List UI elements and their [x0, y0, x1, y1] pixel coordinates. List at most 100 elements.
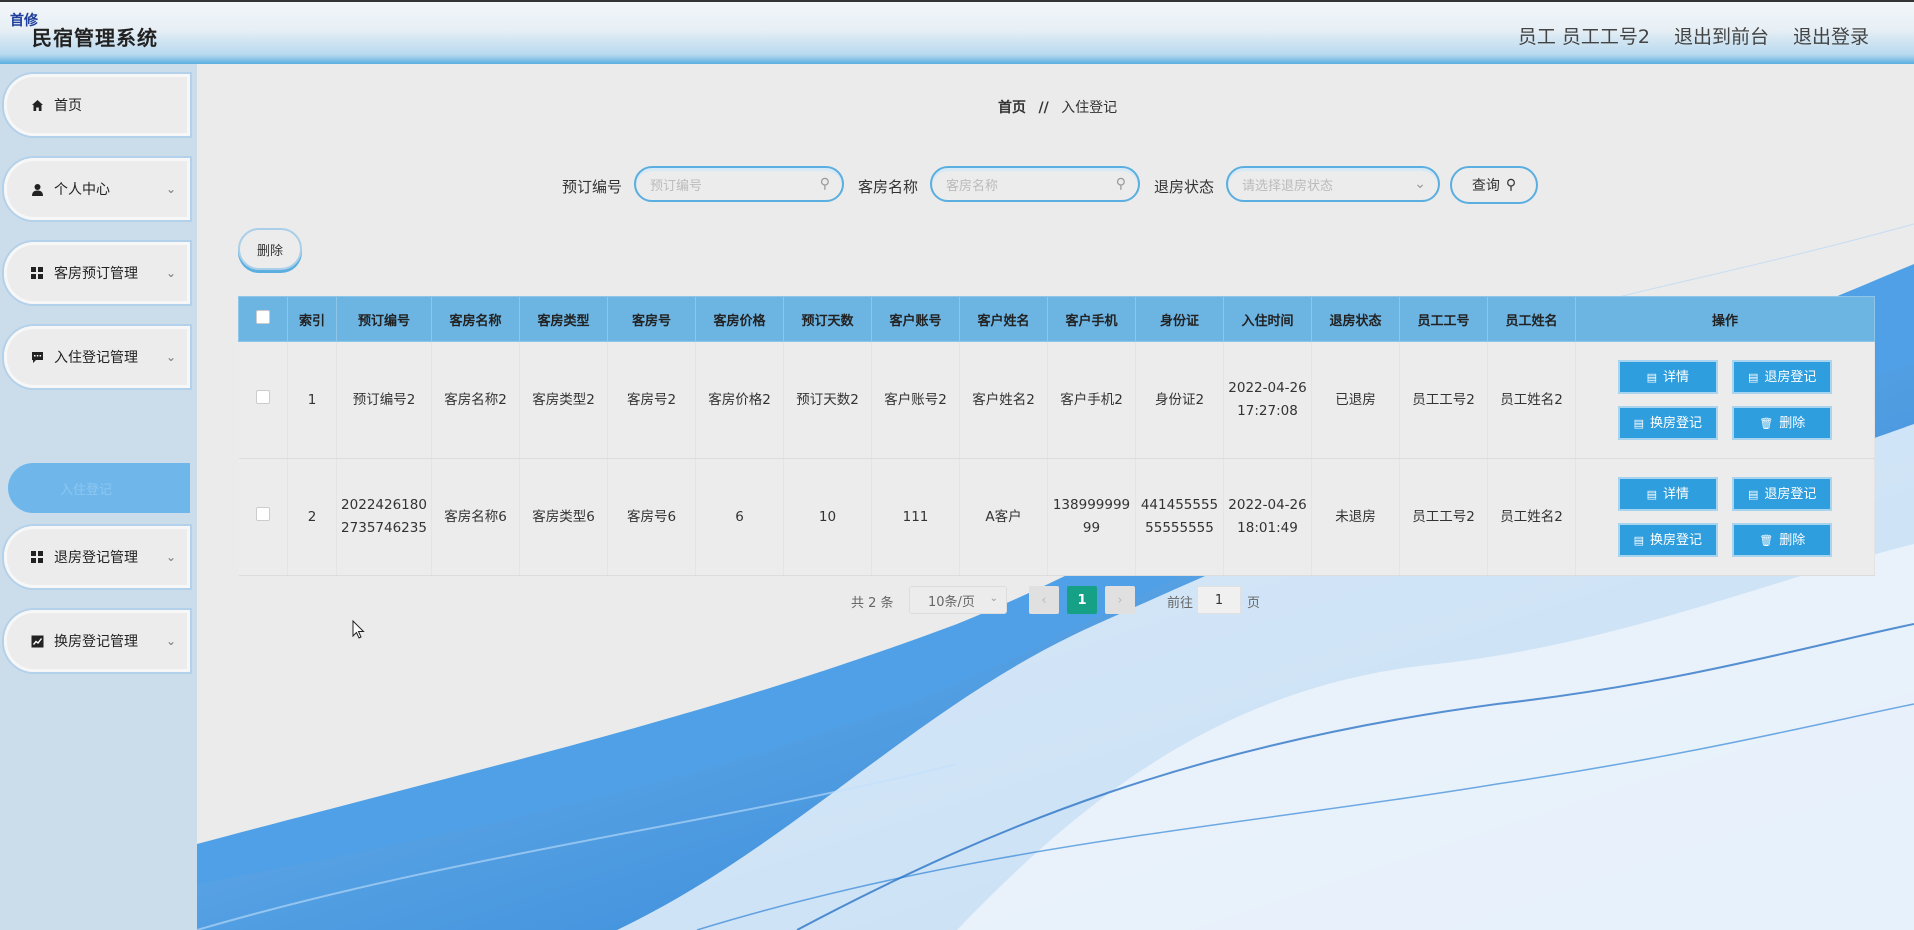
cell-price: 客房价格2 — [695, 341, 784, 459]
col-header: 预订天数 — [783, 296, 872, 342]
cell-order: 预订编号2 — [336, 341, 432, 459]
cell-room-type: 客房类型6 — [519, 458, 608, 576]
prev-page-button[interactable]: ‹ — [1029, 586, 1059, 614]
sidebar-item-label: 首页 — [54, 98, 82, 114]
page-size-select[interactable]: 10条/页 ⌄ — [909, 586, 1007, 614]
sidebar-item-label: 个人中心 — [54, 182, 110, 198]
col-header: 客户账号 — [871, 296, 960, 342]
col-header: 退房状态 — [1311, 296, 1400, 342]
breadcrumb-home[interactable]: 首页 — [998, 100, 1026, 116]
row-checkbox[interactable] — [255, 506, 270, 521]
chevron-down-icon: ⌄ — [165, 182, 176, 196]
sidebar-item-checkout[interactable]: 退房登记管理 ⌄ — [4, 526, 190, 588]
mouse-cursor-icon — [352, 620, 365, 639]
bulk-delete-button[interactable]: 删除 — [238, 228, 302, 270]
logout-link[interactable]: 退出登录 — [1793, 22, 1869, 49]
sidebar-item-home[interactable]: 首页 — [4, 74, 190, 136]
page-unit-label: 页 — [1247, 596, 1261, 611]
query-label: 查询 — [1471, 178, 1500, 194]
cell-ops: ▤ 详情 ▤ 退房登记 ▤ 换房登记 🗑 删除 — [1575, 341, 1875, 459]
detail-button[interactable]: ▤ 详情 — [1617, 360, 1718, 394]
row-select-cell[interactable] — [238, 458, 288, 576]
col-header: 身份证 — [1135, 296, 1224, 342]
next-page-button[interactable]: › — [1105, 586, 1135, 614]
col-header: 员工姓名 — [1487, 296, 1576, 342]
query-button[interactable]: 查询 ⚲ — [1450, 166, 1538, 204]
table-row: 1 预订编号2 客房名称2 客房类型2 客房号2 客房价格2 预订天数2 客户账… — [238, 341, 1875, 459]
row-select-cell[interactable] — [238, 341, 288, 459]
detail-label: 详情 — [1662, 486, 1689, 502]
trash-icon: 🗑 — [1759, 533, 1774, 547]
col-header: 客户姓名 — [959, 296, 1048, 342]
sidebar-item-room-change[interactable]: 换房登记管理 ⌄ — [4, 610, 190, 672]
breadcrumb: 首页 // 入住登记 — [998, 97, 1117, 117]
cell-name: 客户姓名2 — [959, 341, 1048, 459]
col-header: 操作 — [1575, 296, 1875, 342]
change-room-button[interactable]: ▤ 换房登记 — [1617, 406, 1718, 440]
document-icon: ▤ — [1646, 370, 1657, 384]
col-header: 索引 — [287, 296, 337, 342]
row-delete-button[interactable]: 🗑 删除 — [1732, 406, 1833, 440]
cell-room-no: 客房号2 — [607, 341, 696, 459]
delete-label: 删除 — [1779, 415, 1806, 431]
change-room-button[interactable]: ▤ 换房登记 — [1617, 523, 1718, 557]
app-title: 民宿管理系统 — [32, 26, 158, 50]
chevron-down-icon: ⌄ — [165, 266, 176, 280]
cell-account: 客户账号2 — [871, 341, 960, 459]
sidebar: 首页 个人中心 ⌄ 客房预订管理 ⌄ 入住登记管理 ⌄ 入住登记 退房登记管理 … — [0, 64, 197, 930]
exit-to-front-link[interactable]: 退出到前台 — [1674, 22, 1769, 49]
detail-button[interactable]: ▤ 详情 — [1617, 477, 1718, 511]
page-number-active[interactable]: 1 — [1067, 586, 1097, 614]
goto-page-input[interactable]: 1 — [1197, 586, 1241, 614]
sidebar-item-checkin[interactable]: 入住登记管理 ⌄ — [4, 326, 190, 388]
cell-phone: 13899999999 — [1047, 458, 1136, 576]
grid-icon — [30, 550, 44, 564]
total-count: 共 2 条 — [851, 596, 894, 611]
chat-icon — [30, 350, 44, 364]
sidebar-subitem-checkin[interactable]: 入住登记 — [8, 463, 190, 513]
order-no-input[interactable]: 预订编号 ⚲ — [634, 166, 844, 202]
cell-room-name: 客房名称6 — [431, 458, 520, 576]
user-icon — [30, 182, 44, 196]
col-header: 员工工号 — [1399, 296, 1488, 342]
cell-room-no: 客房号6 — [607, 458, 696, 576]
room-name-input[interactable]: 客房名称 ⚲ — [930, 166, 1140, 202]
checkout-register-button[interactable]: ▤ 退房登记 — [1732, 477, 1833, 511]
table-row: 2 20224261802735746235 客房名称6 客房类型6 客房号6 … — [238, 458, 1875, 576]
col-header: 客户手机 — [1047, 296, 1136, 342]
cell-checkin-time: 2022-04-26 17:27:08 — [1223, 341, 1312, 459]
row-delete-button[interactable]: 🗑 删除 — [1732, 523, 1833, 557]
row-checkbox[interactable] — [255, 389, 270, 404]
cell-status: 已退房 — [1311, 341, 1400, 459]
order-no-label: 预订编号 — [562, 178, 623, 196]
breadcrumb-current: 入住登记 — [1061, 100, 1118, 116]
document-icon: ▤ — [1748, 487, 1759, 501]
cell-index: 1 — [287, 341, 337, 459]
sidebar-item-label: 入住登记管理 — [54, 350, 138, 366]
checkout-register-button[interactable]: ▤ 退房登记 — [1732, 360, 1833, 394]
sidebar-item-personal[interactable]: 个人中心 ⌄ — [4, 158, 190, 220]
document-icon: ▤ — [1646, 487, 1657, 501]
checkout-status-select[interactable]: 请选择退房状态 ⌄ — [1226, 166, 1440, 202]
cell-staff-name: 员工姓名2 — [1487, 458, 1576, 576]
col-header: 入住时间 — [1223, 296, 1312, 342]
chevron-down-icon: ⌄ — [1414, 176, 1426, 192]
grid-icon — [30, 266, 44, 280]
cell-staff-no: 员工工号2 — [1399, 341, 1488, 459]
col-header: 客房号 — [607, 296, 696, 342]
select-all-cell[interactable] — [238, 296, 288, 342]
order-no-placeholder: 预订编号 — [650, 178, 703, 194]
select-all-checkbox[interactable] — [256, 310, 270, 324]
trash-icon: 🗑 — [1759, 416, 1774, 430]
cell-phone: 客户手机2 — [1047, 341, 1136, 459]
document-icon: ▤ — [1633, 416, 1644, 430]
main-content: 首页 // 入住登记 预订编号 预订编号 ⚲ 客房名称 客房名称 ⚲ 退房状态 … — [197, 64, 1914, 930]
page-size-value: 10条/页 — [928, 594, 975, 610]
table-header-row: 索引 预订编号 客房名称 客房类型 客房号 客房价格 预订天数 客户账号 客户姓… — [238, 296, 1875, 342]
current-user: 员工 员工工号2 — [1517, 26, 1650, 48]
sidebar-item-booking[interactable]: 客房预订管理 ⌄ — [4, 242, 190, 304]
col-header: 预订编号 — [336, 296, 432, 342]
document-icon: ▤ — [1633, 533, 1644, 547]
cell-staff-no: 员工工号2 — [1399, 458, 1488, 576]
cell-order: 20224261802735746235 — [336, 458, 432, 576]
